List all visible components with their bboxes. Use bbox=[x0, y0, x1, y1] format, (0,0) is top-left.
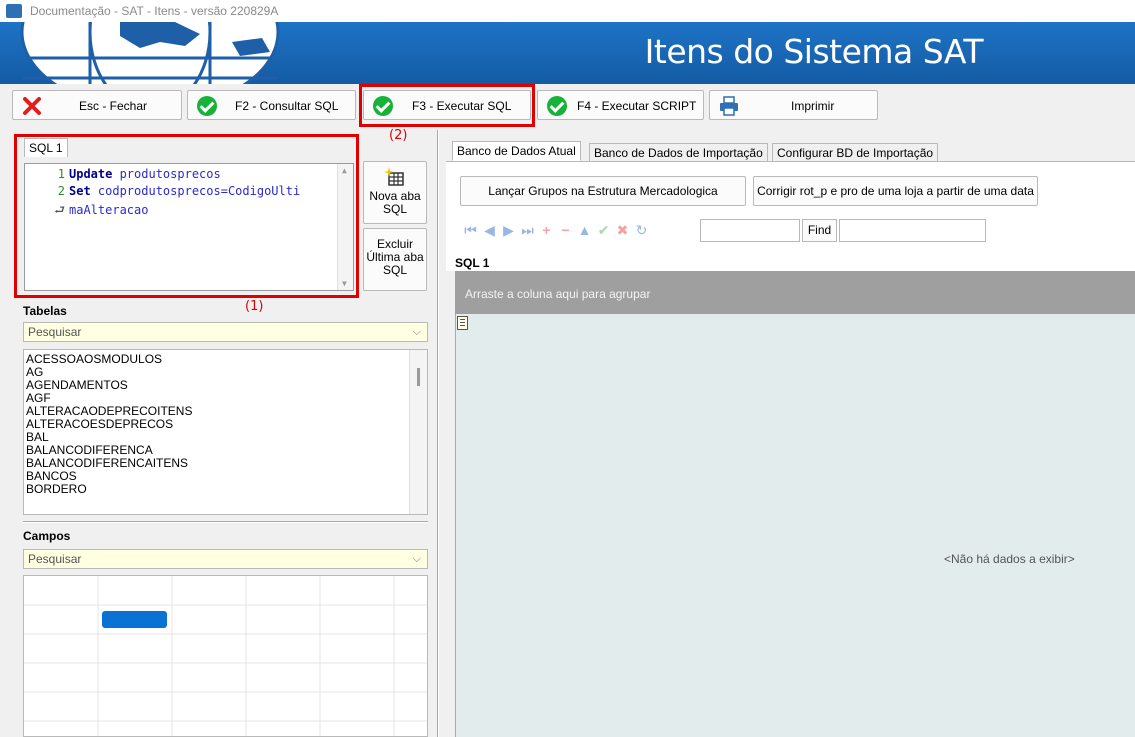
printer-icon bbox=[720, 96, 738, 116]
wrap-icon: ⮐ bbox=[54, 203, 65, 217]
check-icon bbox=[197, 96, 217, 116]
result-grid[interactable] bbox=[455, 271, 1135, 737]
delete-icon[interactable]: − bbox=[557, 221, 574, 239]
next-icon[interactable]: ▶ bbox=[500, 221, 517, 239]
scroll-thumb[interactable] bbox=[417, 368, 420, 386]
execute-sql-label: F3 - Executar SQL bbox=[412, 99, 512, 113]
vertical-splitter[interactable] bbox=[437, 130, 439, 737]
tables-scrollbar[interactable] bbox=[409, 350, 427, 514]
new-grid-icon bbox=[384, 167, 404, 186]
find-input[interactable] bbox=[839, 219, 986, 242]
fields-title: Campos bbox=[23, 529, 71, 543]
window-title: Documentação - SAT - Itens - versão 2208… bbox=[30, 4, 279, 18]
list-item[interactable]: BALANCODIFERENCA bbox=[26, 444, 153, 456]
group-by-panel[interactable]: Arraste a coluna aqui para agrupar bbox=[455, 271, 1135, 314]
fields-search-input[interactable]: Pesquisar ⌵ bbox=[23, 549, 428, 569]
empty-message: <Não há dados a exibir> bbox=[944, 552, 1075, 566]
print-button[interactable]: Imprimir bbox=[709, 90, 878, 120]
delete-last-sql-tab-button[interactable]: Excluir Última aba SQL bbox=[363, 228, 427, 291]
fields-search-placeholder: Pesquisar bbox=[28, 552, 82, 566]
chevron-down-icon[interactable]: ⌵ bbox=[413, 326, 421, 339]
edit-icon[interactable]: ▲ bbox=[576, 221, 593, 239]
column-chooser-icon[interactable] bbox=[457, 316, 468, 330]
list-item[interactable]: BALANCODIFERENCAITENS bbox=[26, 457, 188, 469]
list-item[interactable]: AGF bbox=[26, 392, 51, 404]
tables-search-placeholder: Pesquisar bbox=[28, 325, 82, 339]
result-title: SQL 1 bbox=[455, 256, 490, 270]
first-icon[interactable]: ⏮ bbox=[462, 221, 479, 239]
splitter[interactable] bbox=[23, 521, 428, 523]
list-item[interactable]: BAL bbox=[26, 431, 49, 443]
sql-editor[interactable]: 1 Update produtosprecos 2 Set codprodutosp… bbox=[24, 163, 354, 291]
new-sql-tab-label-2: SQL bbox=[382, 202, 407, 216]
find-button[interactable]: Find bbox=[802, 219, 837, 242]
tables-list[interactable]: ACESSOAOSMODULOS AG AGENDAMENTOS AGF ALT… bbox=[23, 349, 428, 515]
consult-sql-button[interactable]: F2 - Consultar SQL bbox=[187, 90, 356, 120]
list-item[interactable]: BANCOS bbox=[26, 470, 77, 482]
check-icon bbox=[373, 96, 393, 116]
sql-line: 2 Set codprodutosprecos=CodigoUlti bbox=[57, 184, 301, 198]
annotation-1: (1) bbox=[245, 299, 264, 314]
fields-grid-lines bbox=[24, 576, 427, 736]
scroll-down-icon: ▼ bbox=[342, 279, 347, 288]
list-item[interactable]: AGENDAMENTOS bbox=[26, 379, 128, 391]
app-icon bbox=[6, 4, 22, 18]
cancel-icon[interactable]: ✖ bbox=[614, 221, 631, 239]
tables-title: Tabelas bbox=[23, 304, 67, 318]
list-item[interactable]: AG bbox=[26, 366, 43, 378]
sql-line: ⮐ maAlteracao bbox=[25, 201, 148, 222]
execute-script-button[interactable]: F4 - Executar SCRIPT bbox=[537, 90, 704, 120]
chevron-down-icon[interactable]: ⌵ bbox=[413, 553, 421, 566]
sql-line: 1 Update produtosprecos bbox=[57, 167, 221, 181]
fields-grid[interactable] bbox=[23, 575, 428, 737]
header-banner: Itens do Sistema SAT bbox=[0, 22, 1135, 84]
post-icon[interactable]: ✔ bbox=[595, 221, 612, 239]
list-item[interactable]: BORDERO bbox=[26, 483, 87, 495]
execute-sql-button[interactable]: F3 - Executar SQL bbox=[363, 90, 531, 120]
launch-groups-button[interactable]: Lançar Grupos na Estrutura Mercadologica bbox=[460, 176, 746, 206]
tab-configure-import-db[interactable]: Configurar BD de Importação bbox=[772, 143, 939, 162]
editor-scrollbar[interactable]: ▲ ▼ bbox=[337, 164, 353, 290]
title-bar: Documentação - SAT - Itens - versão 2208… bbox=[0, 0, 1135, 22]
annotation-2: (2) bbox=[389, 128, 408, 143]
group-hint: Arraste a coluna aqui para agrupar bbox=[465, 287, 651, 301]
list-item[interactable]: ALTERACAODEPRECOITENS bbox=[26, 405, 192, 417]
tab-import-database[interactable]: Banco de Dados de Importação bbox=[589, 143, 768, 162]
fix-rot-button[interactable]: Corrigir rot_p e pro de uma loja a parti… bbox=[753, 176, 1038, 206]
navigator-input[interactable] bbox=[700, 219, 800, 242]
list-item[interactable]: ALTERACOESDEPRECOS bbox=[26, 418, 173, 430]
last-icon[interactable]: ⏭ bbox=[519, 221, 536, 239]
tab-current-database[interactable]: Banco de Dados Atual bbox=[452, 141, 581, 161]
refresh-icon[interactable]: ↻ bbox=[633, 221, 650, 239]
tables-search-input[interactable]: Pesquisar ⌵ bbox=[23, 322, 428, 342]
close-button[interactable]: Esc - Fechar bbox=[12, 90, 182, 120]
close-button-label: Esc - Fechar bbox=[79, 99, 148, 113]
banner-title: Itens do Sistema SAT bbox=[644, 32, 984, 71]
print-label: Imprimir bbox=[791, 99, 835, 113]
prior-icon[interactable]: ◀ bbox=[481, 221, 498, 239]
consult-sql-label: F2 - Consultar SQL bbox=[235, 99, 339, 113]
close-icon bbox=[23, 97, 41, 115]
execute-script-label: F4 - Executar SCRIPT bbox=[577, 99, 697, 113]
globe-logo bbox=[20, 22, 280, 84]
new-sql-tab-button[interactable]: Nova aba SQL bbox=[363, 161, 427, 224]
scroll-up-icon: ▲ bbox=[342, 166, 347, 175]
tab-sql-1[interactable]: SQL 1 bbox=[24, 138, 68, 157]
delete-tab-label-3: SQL bbox=[382, 263, 407, 277]
check-icon bbox=[547, 96, 567, 116]
list-item[interactable]: ACESSOAOSMODULOS bbox=[26, 353, 162, 365]
insert-icon[interactable]: + bbox=[538, 221, 555, 239]
